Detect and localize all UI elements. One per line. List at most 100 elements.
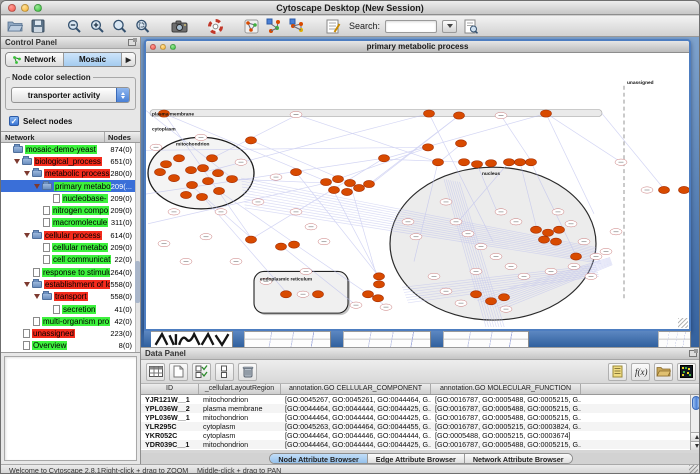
network-node[interactable] [531, 226, 542, 233]
network-node-small[interactable] [428, 273, 440, 279]
network-node-small[interactable] [252, 199, 264, 205]
tree-row[interactable]: unassigned223(0) [1, 327, 140, 339]
tab-edge-attribute-browser[interactable]: Edge Attribute Browser [368, 454, 465, 463]
tree-row[interactable]: transport558(0) [1, 291, 140, 303]
network-node-small[interactable] [158, 240, 170, 246]
table-column-header[interactable]: ID [141, 384, 199, 394]
network-node-small[interactable] [168, 209, 180, 215]
table-cell[interactable]: [GO:0016787, GO:0005488, GO:0005215, G..… [431, 413, 581, 422]
zoom-selected-icon[interactable] [134, 17, 152, 35]
help-icon[interactable] [206, 17, 224, 35]
table-column-header[interactable]: _cellularLayoutRegion [199, 384, 281, 394]
search-advanced-icon[interactable] [462, 17, 480, 35]
background-window-sketch[interactable] [151, 331, 233, 347]
search-input[interactable] [385, 20, 437, 33]
network-node-small[interactable] [641, 187, 653, 193]
layout-b-icon[interactable] [288, 17, 306, 35]
network-node-small[interactable] [440, 199, 452, 205]
column-nodes[interactable]: Nodes [105, 132, 140, 142]
network-node[interactable] [499, 294, 510, 301]
tabs-overflow-arrow[interactable]: ▶ [122, 53, 135, 66]
network-node[interactable] [472, 161, 483, 168]
select-columns-icon[interactable] [192, 363, 211, 381]
network-node[interactable] [345, 179, 356, 186]
network-node-small[interactable] [518, 273, 530, 279]
network-node-small[interactable] [230, 258, 242, 264]
table-cell[interactable]: plasma membrane [199, 404, 281, 413]
network-node-small[interactable] [380, 304, 392, 310]
save-icon[interactable] [29, 17, 47, 35]
table-cell[interactable]: [GO:0045263, GO:0044464, GO:0044455, G..… [281, 422, 431, 431]
table-column-header[interactable]: annotation.GO CELLULAR_COMPONENT [281, 384, 431, 394]
network-node-small[interactable] [552, 209, 564, 215]
table-cell[interactable]: YPL036W__2 [141, 404, 199, 413]
tree-row[interactable]: primary metabo209(... [1, 180, 140, 192]
network-node[interactable] [169, 175, 180, 182]
background-window-edge[interactable] [233, 331, 244, 347]
tree-row[interactable]: establishment of lo558(0) [1, 278, 140, 290]
network-node[interactable] [281, 291, 292, 298]
network-node[interactable] [197, 193, 208, 200]
network-edge[interactable] [212, 116, 296, 159]
table-cell[interactable]: [GO:0016787, GO:0005215, GO:0003824, G..… [431, 422, 581, 431]
background-window-edge[interactable] [431, 331, 443, 347]
network-node[interactable] [486, 160, 497, 167]
open-folder-icon[interactable] [654, 363, 673, 381]
network-node[interactable] [541, 110, 552, 117]
network-view-titlebar[interactable]: primary metabolic process [146, 41, 689, 53]
network-edge[interactable] [296, 115, 438, 163]
snapshot-icon[interactable] [170, 17, 188, 35]
scroll-down-button[interactable] [691, 441, 700, 450]
network-edge[interactable] [602, 114, 664, 189]
network-node[interactable] [329, 186, 340, 193]
network-node[interactable] [174, 155, 185, 162]
network-node[interactable] [363, 291, 374, 298]
network-edge[interactable] [501, 116, 532, 163]
table-scrollbar-thumb[interactable] [692, 396, 700, 410]
layout-a-icon[interactable] [265, 17, 283, 35]
network-node-small[interactable] [150, 144, 162, 150]
network-node-small[interactable] [235, 159, 247, 165]
network-node[interactable] [186, 167, 197, 174]
network-node-small[interactable] [615, 159, 627, 165]
table-cell[interactable]: [GO:0044464, GO:0044444, GO:0044425, G..… [281, 404, 431, 413]
network-node[interactable] [155, 169, 166, 176]
network-node-small[interactable] [450, 219, 462, 225]
network-node[interactable] [454, 112, 465, 119]
zoom-fit-icon[interactable] [111, 17, 129, 35]
network-node[interactable] [551, 238, 562, 245]
network-node-small[interactable] [290, 209, 302, 215]
background-window-edge[interactable] [144, 331, 151, 347]
table-cell[interactable]: mitochondrion [199, 413, 281, 422]
background-window-fragment[interactable] [658, 331, 691, 347]
table-cell[interactable]: YDR039C__1 [141, 440, 199, 449]
network-node-small[interactable] [297, 291, 309, 297]
table-cell[interactable]: YKR052C [141, 431, 199, 440]
network-node[interactable] [504, 159, 515, 166]
network-node[interactable] [374, 273, 385, 280]
network-node[interactable] [659, 186, 670, 193]
column-network[interactable]: Network [1, 132, 105, 142]
background-window-edge[interactable] [331, 331, 343, 347]
zoom-out-icon[interactable] [65, 17, 83, 35]
background-window-fragment[interactable] [343, 331, 431, 347]
table-cell[interactable]: [GO:0044464, GO:0044446, GO:0044444, G..… [281, 431, 431, 440]
matrix-icon[interactable] [677, 363, 696, 381]
network-node[interactable] [181, 191, 192, 198]
network-node-small[interactable] [270, 174, 282, 180]
network-node[interactable] [433, 159, 444, 166]
network-node[interactable] [321, 178, 332, 185]
network-node[interactable] [543, 229, 554, 236]
network-node-small[interactable] [545, 268, 557, 274]
network-node-small[interactable] [215, 209, 227, 215]
network-node[interactable] [456, 140, 467, 147]
network-edge[interactable] [350, 183, 379, 284]
network-node-small[interactable] [495, 112, 507, 118]
table-cell[interactable]: [GO:0005488, GO:0005215, GO:0003674] [431, 431, 581, 440]
disclosure-triangle[interactable] [24, 233, 30, 238]
network-node[interactable] [526, 159, 537, 166]
table-cell[interactable]: YPL036W__1 [141, 413, 199, 422]
network-node-small[interactable] [300, 268, 312, 274]
network-node[interactable] [276, 243, 287, 250]
table-cell[interactable]: [GO:0016787, GO:0005488, GO:0005215, G..… [431, 395, 581, 404]
